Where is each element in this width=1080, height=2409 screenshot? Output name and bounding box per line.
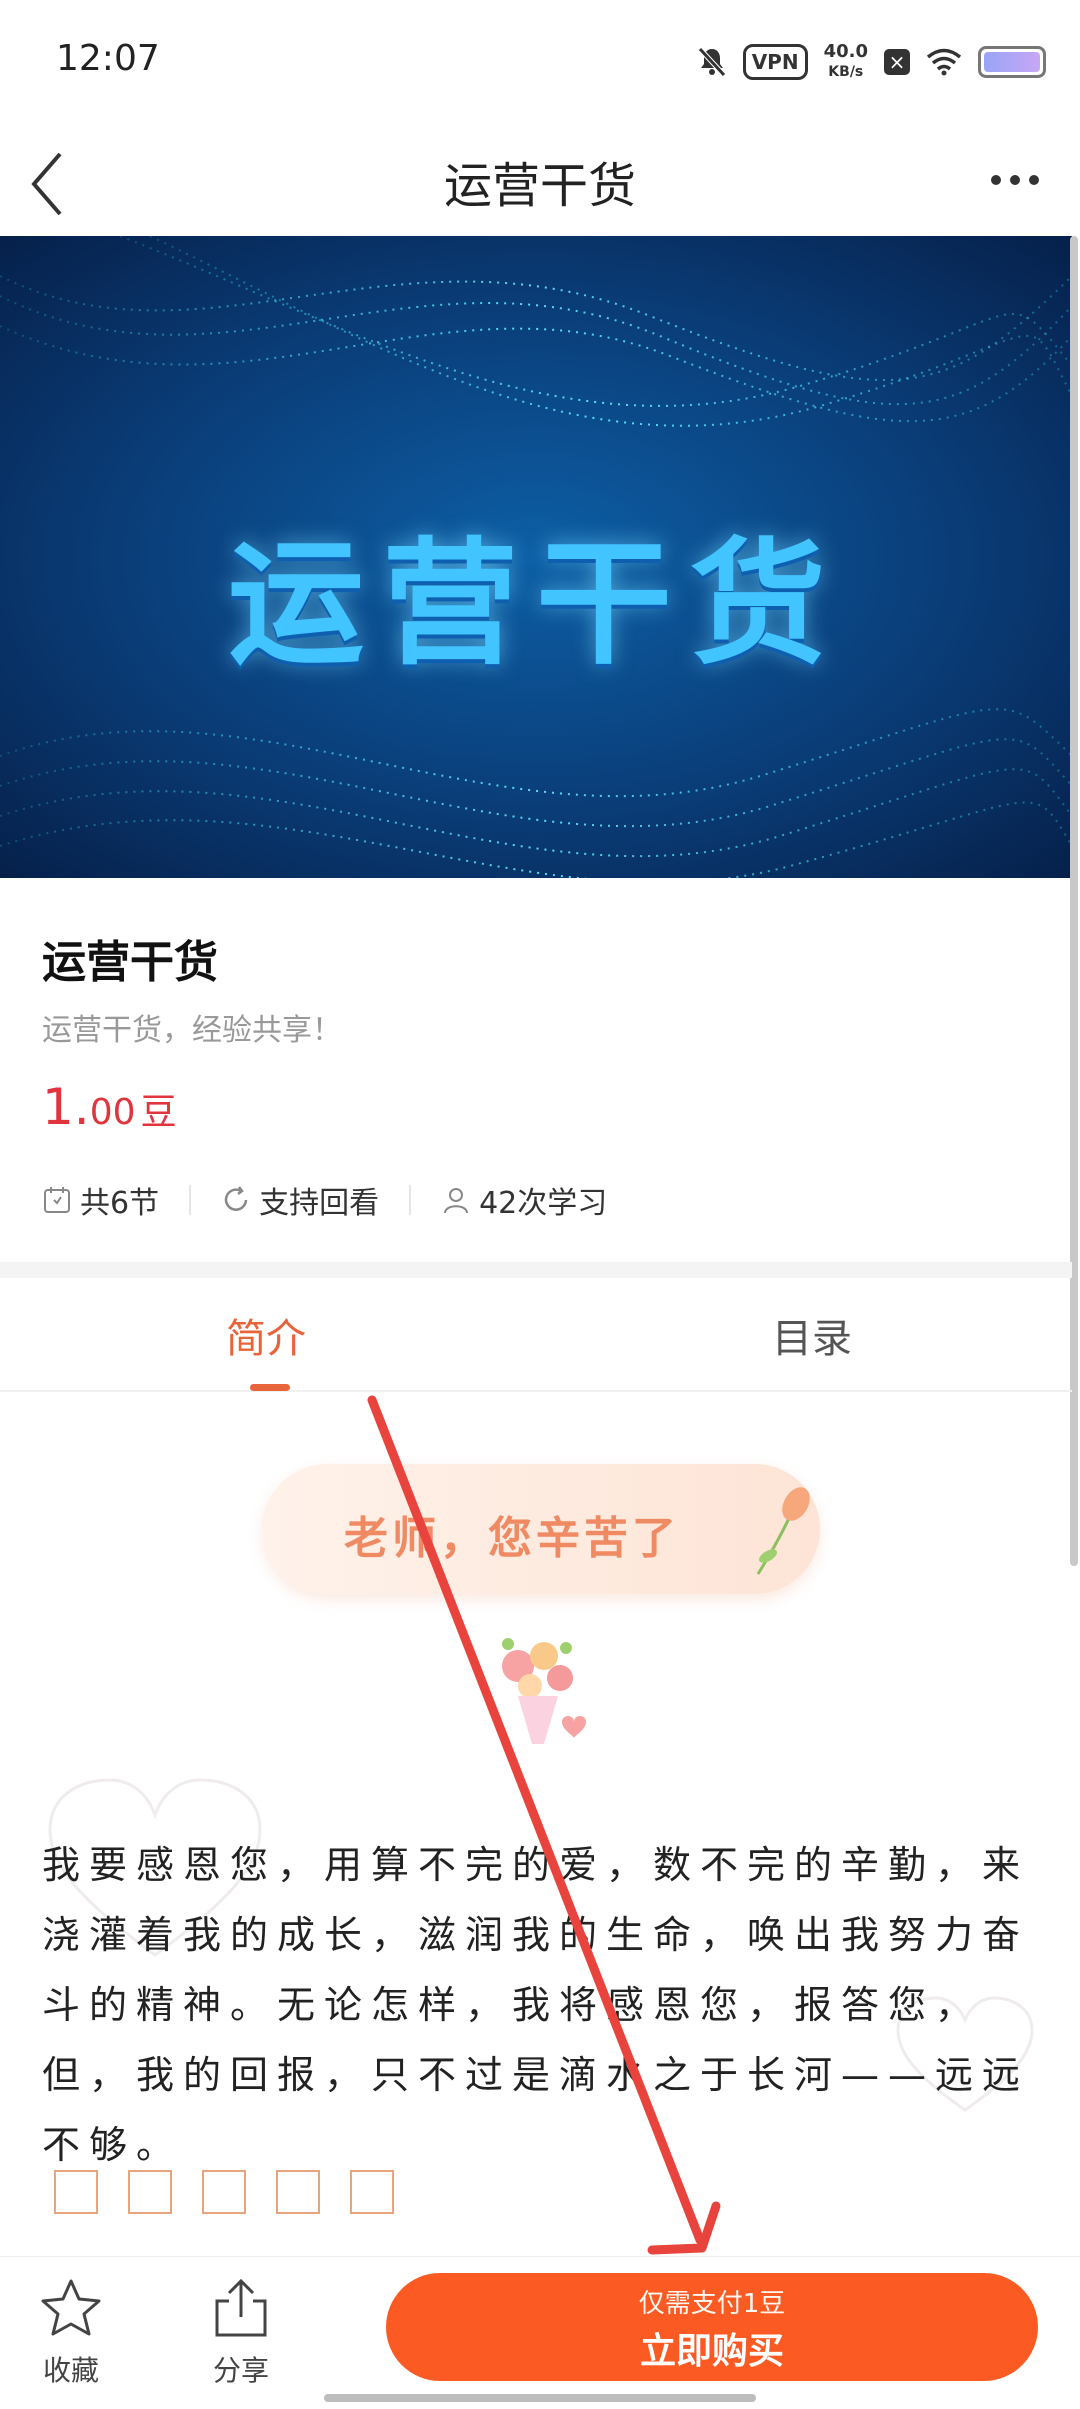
share-label: 分享 [212, 2354, 269, 2387]
flower-icon [756, 1487, 810, 1575]
lessons-label: 共6节 [80, 1186, 160, 1221]
placeholder-box [54, 2170, 98, 2214]
thanks-banner: 老师，您辛苦了 [262, 1464, 820, 1594]
bottom-action-bar: 收藏 分享 仅需支付1豆 立即购买 [0, 2256, 1080, 2409]
wifi-icon [926, 48, 962, 76]
status-icons: VPN 40.0 KB/s × [697, 40, 1046, 84]
status-bar: 12:07 VPN 40.0 KB/s × [0, 0, 1080, 120]
top-nav-bar: 运营干货 [0, 120, 1080, 238]
calendar-icon [44, 1187, 70, 1213]
buy-price-hint: 仅需支付1豆 [638, 2289, 786, 2319]
tab-intro[interactable]: 简介 [226, 1306, 306, 1364]
replay-icon [224, 1186, 248, 1211]
bouquet-image [502, 1638, 586, 1744]
lessons-count: 共6节 [42, 1178, 159, 1222]
favorite-button[interactable]: 收藏 [36, 2277, 106, 2389]
replay-support: 支持回看 [221, 1178, 379, 1222]
battery-icon [978, 46, 1046, 78]
placeholder-boxes [54, 2170, 394, 2214]
replay-label: 支持回看 [259, 1186, 380, 1221]
home-indicator[interactable] [324, 2394, 756, 2402]
section-divider [0, 1262, 1072, 1278]
mute-bell-icon [697, 47, 726, 77]
course-subtitle: 运营干货，经验共享！ [42, 1013, 342, 1048]
price-decimal: 00 [89, 1092, 136, 1133]
share-icon [215, 2278, 267, 2337]
star-icon [41, 2279, 101, 2336]
speed-value: 40.0 [823, 41, 868, 62]
more-button[interactable] [980, 150, 1050, 210]
course-price: 1.00 豆 [42, 1078, 177, 1136]
price-unit: 豆 [140, 1092, 177, 1133]
meta-divider [409, 1185, 412, 1215]
user-icon [444, 1188, 469, 1214]
tab-catalog[interactable]: 目录 [772, 1306, 852, 1364]
status-time: 12:07 [56, 38, 160, 79]
course-meta-row: 共6节 支持回看 42次学习 [42, 1178, 607, 1222]
banner-title: 运营干货 [228, 526, 844, 684]
course-title: 运营干货 [42, 937, 218, 988]
vpn-icon: VPN [742, 44, 808, 80]
buy-now-label: 立即购买 [639, 2331, 784, 2372]
thanks-text: 老师，您辛苦了 [344, 1513, 680, 1564]
active-tab-indicator [250, 1384, 290, 1391]
favorite-label: 收藏 [42, 2354, 99, 2387]
meta-divider [189, 1185, 192, 1215]
speed-unit: KB/s [828, 64, 864, 80]
price-integer: 1. [42, 1078, 90, 1136]
course-cover-banner: 运营干货 [0, 236, 1072, 878]
page-title: 运营干货 [443, 158, 636, 214]
intro-paragraph: 我要感恩您，用算不完的爱，数不完的辛勤，来浇灌着我的成长，滋润我的生命，唤出我努… [42, 1843, 1030, 2167]
learners-count: 42次学习 [441, 1178, 607, 1222]
placeholder-box [276, 2170, 320, 2214]
buy-now-button[interactable]: 仅需支付1豆 立即购买 [386, 2273, 1038, 2381]
share-button[interactable]: 分享 [206, 2277, 276, 2389]
learners-label: 42次学习 [479, 1186, 608, 1221]
close-box-icon: × [884, 49, 910, 75]
network-speed: 40.0 KB/s [824, 42, 868, 82]
more-dots-icon [991, 175, 1039, 185]
content-tabs: 简介 目录 [0, 1278, 1072, 1392]
placeholder-box [202, 2170, 246, 2214]
placeholder-box [350, 2170, 394, 2214]
placeholder-box [128, 2170, 172, 2214]
